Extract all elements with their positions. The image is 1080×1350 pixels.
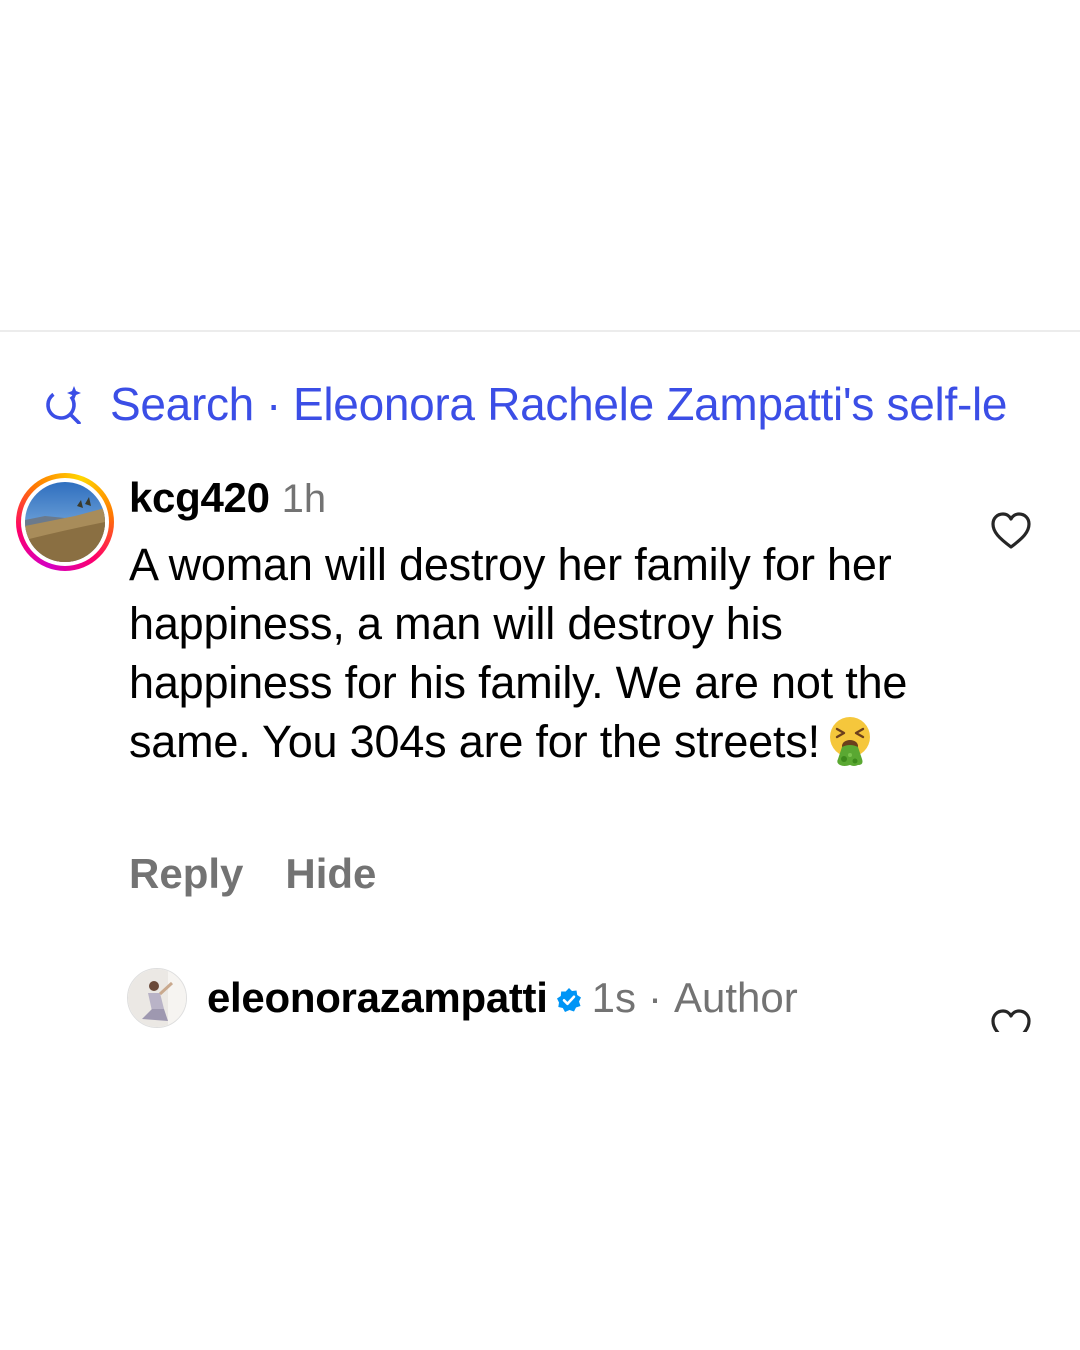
author-reply: eleonorazampatti 1s · Author — [127, 968, 798, 1028]
hide-button[interactable]: Hide — [285, 850, 376, 898]
search-suggestion[interactable]: Search · Eleonora Rachele Zampatti's sel… — [44, 372, 1080, 436]
search-separator: · — [265, 378, 281, 430]
author-avatar[interactable] — [127, 968, 187, 1028]
commenter-avatar[interactable] — [16, 473, 114, 571]
author-photo — [128, 969, 186, 1027]
verified-badge-icon — [556, 988, 581, 1012]
like-reply-heart-icon[interactable] — [989, 1006, 1033, 1032]
search-label: Search — [110, 378, 254, 430]
search-query: Eleonora Rachele Zampatti's self-le — [292, 378, 1008, 430]
reply-username[interactable]: eleonorazampatti — [207, 974, 548, 1022]
comment-username[interactable]: kcg420 — [129, 474, 270, 522]
comment: kcg420 1h A woman will destroy her famil… — [129, 474, 959, 771]
landscape-photo — [25, 482, 105, 562]
like-comment-heart-icon[interactable] — [989, 509, 1033, 553]
reply-separator: · — [647, 974, 662, 1021]
comment-actions: Reply Hide — [129, 846, 376, 902]
vomiting-face-emoji — [829, 717, 870, 766]
section-divider — [0, 330, 1080, 332]
comment-text: A woman will destroy her family for her … — [129, 535, 959, 771]
comment-time: 1h — [281, 477, 327, 521]
reply-button[interactable]: Reply — [129, 850, 243, 898]
search-sparkle-icon — [46, 386, 81, 424]
reply-time: 1s — [591, 974, 636, 1021]
author-badge: Author — [673, 974, 798, 1021]
comment-text-content: A woman will destroy her family for her … — [129, 539, 908, 767]
